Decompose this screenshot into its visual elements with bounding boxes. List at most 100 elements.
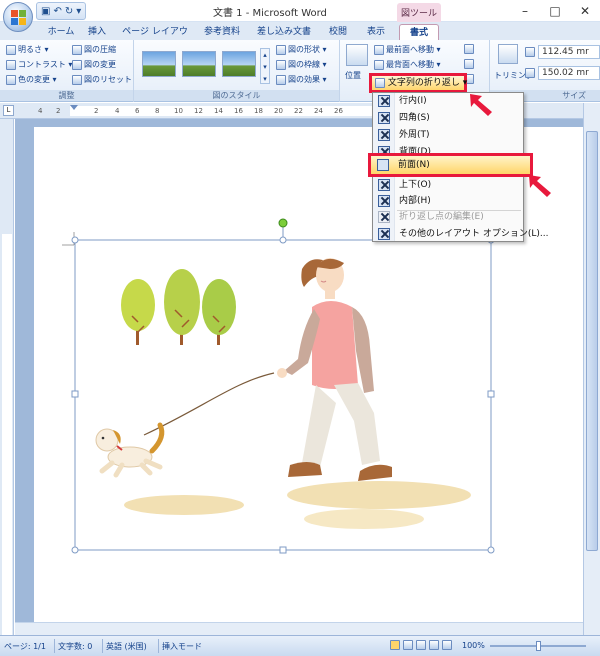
- walking-man: [277, 258, 392, 481]
- tab-review[interactable]: 校閲: [325, 24, 351, 40]
- zoom-level[interactable]: 100%: [462, 641, 485, 650]
- recolor-icon: [6, 74, 16, 85]
- print-layout-view-icon[interactable]: [390, 640, 400, 650]
- send-back-button[interactable]: 最背面へ移動 ▾: [374, 59, 441, 70]
- first-indent-marker[interactable]: [70, 105, 78, 110]
- bring-front-button[interactable]: 最前面へ移動 ▾: [374, 44, 441, 55]
- compress-icon: [72, 44, 82, 55]
- tab-insert[interactable]: 挿入: [84, 24, 110, 40]
- office-button[interactable]: [3, 2, 33, 32]
- trees: [121, 269, 236, 345]
- text-wrap-button[interactable]: 文字列の折り返し ▾: [369, 73, 467, 93]
- wrap-square-item[interactable]: 四角(S): [373, 110, 523, 127]
- border-icon: [276, 59, 286, 70]
- horizontal-scrollbar[interactable]: [15, 622, 583, 635]
- wrap-front-highlight[interactable]: 前面(N): [368, 153, 533, 177]
- word-count[interactable]: 文字数: 0: [58, 641, 92, 652]
- vertical-scrollbar[interactable]: [583, 103, 600, 635]
- recolor-button[interactable]: 色の変更 ▾: [6, 74, 57, 85]
- position-button[interactable]: 位置: [345, 70, 361, 81]
- change-picture-icon: [72, 59, 82, 70]
- undo-icon[interactable]: ↶: [53, 6, 61, 17]
- dog: [95, 422, 165, 478]
- view-buttons: [390, 640, 452, 650]
- tab-selector-icon[interactable]: L: [3, 105, 14, 116]
- scroll-thumb[interactable]: [586, 131, 598, 551]
- quick-access-toolbar: ▣ ↶ ↻ ▾: [36, 2, 87, 20]
- contrast-button[interactable]: コントラスト ▾: [6, 59, 72, 70]
- position-icon: [346, 44, 368, 66]
- office-logo-icon: [11, 10, 26, 25]
- wrap-through-item[interactable]: 内部(H): [373, 193, 523, 210]
- tab-view[interactable]: 表示: [362, 24, 390, 40]
- adjust-group: 明るさ ▾ コントラスト ▾ 色の変更 ▾ 図の圧縮 図の変更 図のリセット 調…: [0, 40, 134, 102]
- style-thumbnail-1[interactable]: [142, 51, 176, 77]
- zoom-slider-thumb[interactable]: [536, 641, 541, 651]
- wrap-through-icon: [378, 195, 390, 207]
- style-thumbnail-2[interactable]: [182, 51, 216, 77]
- save-icon[interactable]: ▣: [41, 6, 50, 17]
- tab-page-layout[interactable]: ページ レイアウト: [118, 24, 192, 53]
- window-title: 文書 1 - Microsoft Word: [213, 8, 327, 19]
- sun-icon: [6, 44, 16, 55]
- title-bar: ▣ ↶ ↻ ▾ 文書 1 - Microsoft Word 図ツール – □ ✕: [0, 0, 600, 22]
- tab-format[interactable]: 書式: [399, 24, 439, 40]
- ribbon-tab-row: ホーム 挿入 ページ レイアウト 参考資料 差し込み文書 校閲 表示 書式: [0, 22, 600, 53]
- tab-references[interactable]: 参考資料: [200, 24, 244, 40]
- language-indicator[interactable]: 英語 (米国): [106, 641, 147, 652]
- shape-icon: [276, 44, 286, 55]
- full-screen-view-icon[interactable]: [403, 640, 413, 650]
- picture-styles-label: 図のスタイル: [134, 90, 339, 101]
- crop-icon: [498, 44, 518, 64]
- picture-shape-button[interactable]: 図の形状 ▾: [276, 44, 327, 55]
- height-field[interactable]: 112.45 mr: [538, 45, 600, 59]
- web-layout-view-icon[interactable]: [416, 640, 426, 650]
- status-bar: ページ: 1/1 文字数: 0 英語 (米国) 挿入モード 100%: [0, 635, 600, 656]
- pointer-arrow-icon: [470, 94, 492, 116]
- align-icon[interactable]: [464, 44, 474, 54]
- minimize-button[interactable]: –: [510, 0, 540, 22]
- wrap-square-icon: [378, 112, 390, 124]
- layout-options-icon: [378, 228, 390, 240]
- send-back-icon: [374, 59, 384, 70]
- tab-mailings[interactable]: 差し込み文書: [254, 24, 314, 40]
- wrap-tight-item[interactable]: 外周(T): [373, 127, 523, 144]
- adjust-group-label: 調整: [0, 90, 133, 101]
- wrap-tight-icon: [378, 129, 390, 141]
- text-wrap-icon: [375, 77, 385, 88]
- context-group-label: 図ツール: [397, 3, 441, 22]
- change-picture-button[interactable]: 図の変更: [72, 59, 116, 70]
- picture-styles-group: ▴ ▾ ▾ 図の形状 ▾ 図の枠線 ▾ 図の効果 ▾ 図のスタイル: [134, 40, 340, 102]
- contrast-icon: [6, 59, 16, 70]
- edit-wrap-points-item: 折り返し点の編集(E): [373, 209, 523, 226]
- qat-more-icon[interactable]: ▾: [76, 6, 81, 17]
- edit-wrap-points-icon: [378, 211, 390, 223]
- wrap-inline-item[interactable]: 行内(I): [373, 93, 523, 110]
- width-field[interactable]: 150.02 mr: [538, 66, 600, 80]
- insert-mode[interactable]: 挿入モード: [162, 641, 202, 652]
- wrap-inline-icon: [378, 95, 390, 107]
- redo-icon[interactable]: ↻: [65, 6, 73, 17]
- effects-icon: [276, 74, 286, 85]
- wrap-topbottom-item[interactable]: 上下(O): [373, 177, 523, 194]
- compress-button[interactable]: 図の圧縮: [72, 44, 116, 55]
- picture-effects-button[interactable]: 図の効果 ▾: [276, 74, 327, 85]
- brightness-button[interactable]: 明るさ ▾: [6, 44, 49, 55]
- more-layout-options-item[interactable]: その他のレイアウト オプション(L)...: [373, 226, 548, 243]
- outline-view-icon[interactable]: [429, 640, 439, 650]
- reset-picture-icon: [72, 74, 82, 85]
- restore-button[interactable]: □: [540, 0, 570, 22]
- height-icon: [525, 47, 535, 57]
- vertical-ruler[interactable]: [0, 119, 14, 635]
- picture-border-button[interactable]: 図の枠線 ▾: [276, 59, 327, 70]
- close-button[interactable]: ✕: [570, 0, 600, 22]
- group-icon[interactable]: [464, 59, 474, 69]
- style-thumbnail-3[interactable]: [222, 51, 256, 77]
- gallery-scroll[interactable]: ▴ ▾ ▾: [260, 48, 270, 84]
- page-indicator[interactable]: ページ: 1/1: [4, 641, 46, 652]
- reset-picture-button[interactable]: 図のリセット: [72, 74, 132, 85]
- pointer-arrow-icon: [529, 175, 551, 197]
- draft-view-icon[interactable]: [442, 640, 452, 650]
- tab-home[interactable]: ホーム: [42, 24, 80, 40]
- rotation-handle: [278, 218, 288, 228]
